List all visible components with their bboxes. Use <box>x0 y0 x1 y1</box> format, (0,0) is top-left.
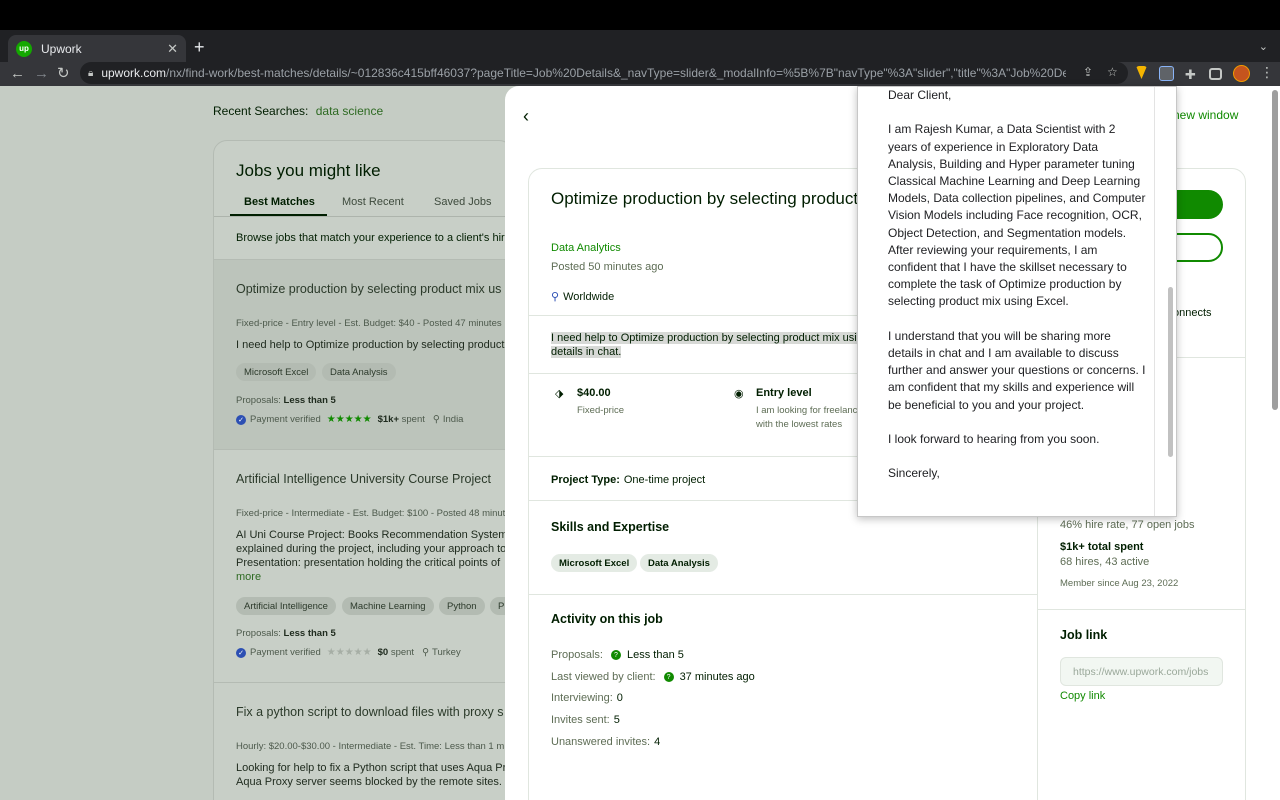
jobs-title: Jobs you might like <box>236 161 381 180</box>
kebab-icon[interactable]: ⋮ <box>1260 64 1274 81</box>
activity-proposals: Proposals: ? Less than 5 <box>551 649 684 661</box>
job-card[interactable]: Artificial Intelligence University Cours… <box>214 449 512 682</box>
new-tab-icon[interactable]: + <box>194 38 205 56</box>
connects-text: onnects <box>1173 307 1212 319</box>
open-new-window-link[interactable]: new window <box>1173 108 1238 122</box>
client-member-since: Member since Aug 23, 2022 <box>1060 578 1179 589</box>
help-icon[interactable]: ? <box>610 650 621 660</box>
location-pin-icon: ⚲ <box>432 414 440 425</box>
jobs-card: Jobs you might like Best Matches Most Re… <box>213 140 513 800</box>
job-description: Looking for help to fix a Python script … <box>236 762 513 788</box>
project-type: Project Type: One-time project <box>551 474 706 486</box>
tab-saved-jobs[interactable]: Saved Jobs <box>434 196 491 208</box>
tab-best-matches[interactable]: Best Matches <box>244 196 315 208</box>
verified-check-icon: ✓ <box>236 647 246 658</box>
job-link-input[interactable]: https://www.upwork.com/jobs <box>1060 657 1223 686</box>
job-meta: Fixed-price - Intermediate - Est. Budget… <box>236 508 506 519</box>
job-proposals: Proposals: Less than 5 <box>236 628 336 639</box>
active-tab-underline <box>230 214 327 216</box>
os-top-bar <box>0 0 1280 30</box>
recent-searches-label: Recent Searches: <box>213 104 309 118</box>
activity-unanswered-invites: Unanswered invites: 4 <box>551 736 661 748</box>
browse-text: Browse jobs that match your experience t… <box>236 232 508 244</box>
job-meta: Fixed-price - Entry level - Est. Budget:… <box>236 318 502 329</box>
tab-close-icon[interactable]: ✕ <box>167 41 178 57</box>
skill-chip[interactable]: Microsoft Excel <box>551 554 638 572</box>
forward-icon[interactable]: → <box>34 64 49 84</box>
copy-link-button[interactable]: Copy link <box>1060 690 1105 702</box>
job-meta: Hourly: $20.00-$30.00 - Intermediate - E… <box>236 741 505 752</box>
star-icon[interactable]: ☆ <box>1107 65 1118 79</box>
experience-level-icon: ◉ <box>734 388 744 400</box>
price-tag-icon: ⬗ <box>555 388 564 400</box>
job-link-title: Job link <box>1060 628 1108 642</box>
job-location: ⚲ Worldwide <box>551 290 615 304</box>
job-description: I need help to Optimize production by se… <box>236 339 505 351</box>
tab-search-chevron-icon[interactable]: ⌄ <box>1259 40 1268 53</box>
puzzle-icon[interactable]: ✚ <box>1185 67 1196 83</box>
tab-most-recent[interactable]: Most Recent <box>342 196 404 208</box>
lock-icon[interactable]: 🔒︎ <box>88 68 93 79</box>
skill-chip[interactable]: Artificial Intelligence <box>236 597 336 615</box>
divider <box>529 594 1038 595</box>
job-posted-time: Posted 50 minutes ago <box>551 261 664 273</box>
popup-scrollbar[interactable] <box>1168 287 1173 457</box>
job-title[interactable]: Artificial Intelligence University Cours… <box>236 472 491 486</box>
back-icon[interactable]: ← <box>10 64 25 84</box>
location-pin-icon: ⚲ <box>551 291 560 303</box>
job-title[interactable]: Fix a python script to download files wi… <box>236 705 503 719</box>
job-title[interactable]: Optimize production by selecting product… <box>236 282 501 296</box>
more-link[interactable]: more <box>236 571 261 583</box>
tab-strip: up Upwork ✕ + ⌄ <box>0 30 1280 62</box>
page-scrollbar[interactable] <box>1272 90 1278 410</box>
profile-avatar[interactable] <box>1233 65 1250 82</box>
skill-chip[interactable]: Machine Learning <box>342 597 434 615</box>
skill-chip[interactable]: Data Analysis <box>640 554 718 572</box>
tab-upwork[interactable]: up Upwork ✕ <box>8 35 186 62</box>
job-card[interactable]: Fix a python script to download files wi… <box>214 682 513 800</box>
skill-chip[interactable]: Data Analysis <box>322 363 396 381</box>
job-category-link[interactable]: Data Analytics <box>551 242 621 254</box>
help-icon[interactable]: ? <box>663 672 674 682</box>
upwork-favicon-icon: up <box>16 40 32 57</box>
rating-stars: ★★★★★ <box>326 414 372 425</box>
back-arrow-icon[interactable]: ‹ <box>523 106 529 127</box>
client-hire-rate: 46% hire rate, 77 open jobs <box>1060 519 1195 531</box>
cover-letter-text[interactable]: Dear Client, I am Rajesh Kumar, a Data S… <box>888 87 1148 483</box>
job-proposals: Proposals: Less than 5 <box>236 395 336 406</box>
location-pin-icon: ⚲ <box>422 647 430 658</box>
extension-icon[interactable] <box>1136 66 1147 79</box>
extension-popup: Dear Client, I am Rajesh Kumar, a Data S… <box>857 86 1177 517</box>
reload-icon[interactable]: ↻ <box>57 64 70 84</box>
extension-active-icon[interactable] <box>1159 66 1174 81</box>
popup-textarea-border <box>1154 87 1155 516</box>
job-detail-title: Optimize production by selecting product <box>551 189 859 208</box>
job-card[interactable]: Optimize production by selecting product… <box>214 259 512 449</box>
client-hires: 68 hires, 43 active <box>1060 556 1150 568</box>
tab-title: Upwork <box>41 41 82 56</box>
divider <box>1038 609 1245 610</box>
client-total-spent: $1k+ total spent <box>1060 541 1144 553</box>
activity-invites-sent: Invites sent: 5 <box>551 714 620 726</box>
sidepanel-icon[interactable] <box>1209 68 1222 80</box>
activity-title: Activity on this job <box>551 612 663 626</box>
skill-chip[interactable]: Microsoft Excel <box>236 363 317 381</box>
recent-search-link[interactable]: data science <box>316 104 383 118</box>
payment-verified: ✓ Payment verified ★★★★★ $0 spent ⚲ Turk… <box>236 647 461 658</box>
url-text: upwork.com/nx/find-work/best-matches/det… <box>101 66 1067 80</box>
browser-toolbar: ← → ↻ 🔒︎ upwork.com/nx/find-work/best-ma… <box>0 62 1280 86</box>
address-bar[interactable]: 🔒︎ upwork.com/nx/find-work/best-matches/… <box>80 62 1128 84</box>
verified-check-icon: ✓ <box>236 414 246 425</box>
share-icon[interactable]: ⇪ <box>1083 65 1093 79</box>
recent-searches: Recent Searches: data science <box>213 104 383 118</box>
rating-stars: ★★★★★ <box>326 647 372 658</box>
activity-interviewing: Interviewing: 0 <box>551 692 623 704</box>
skills-title: Skills and Expertise <box>551 520 670 534</box>
activity-last-viewed: Last viewed by client: ? 37 minutes ago <box>551 671 755 683</box>
payment-verified: ✓ Payment verified ★★★★★ $1k+ spent ⚲ In… <box>236 414 463 425</box>
job-description: AI Uni Course Project: Books Recommendat… <box>236 529 511 569</box>
skill-chip[interactable]: Python <box>439 597 485 615</box>
